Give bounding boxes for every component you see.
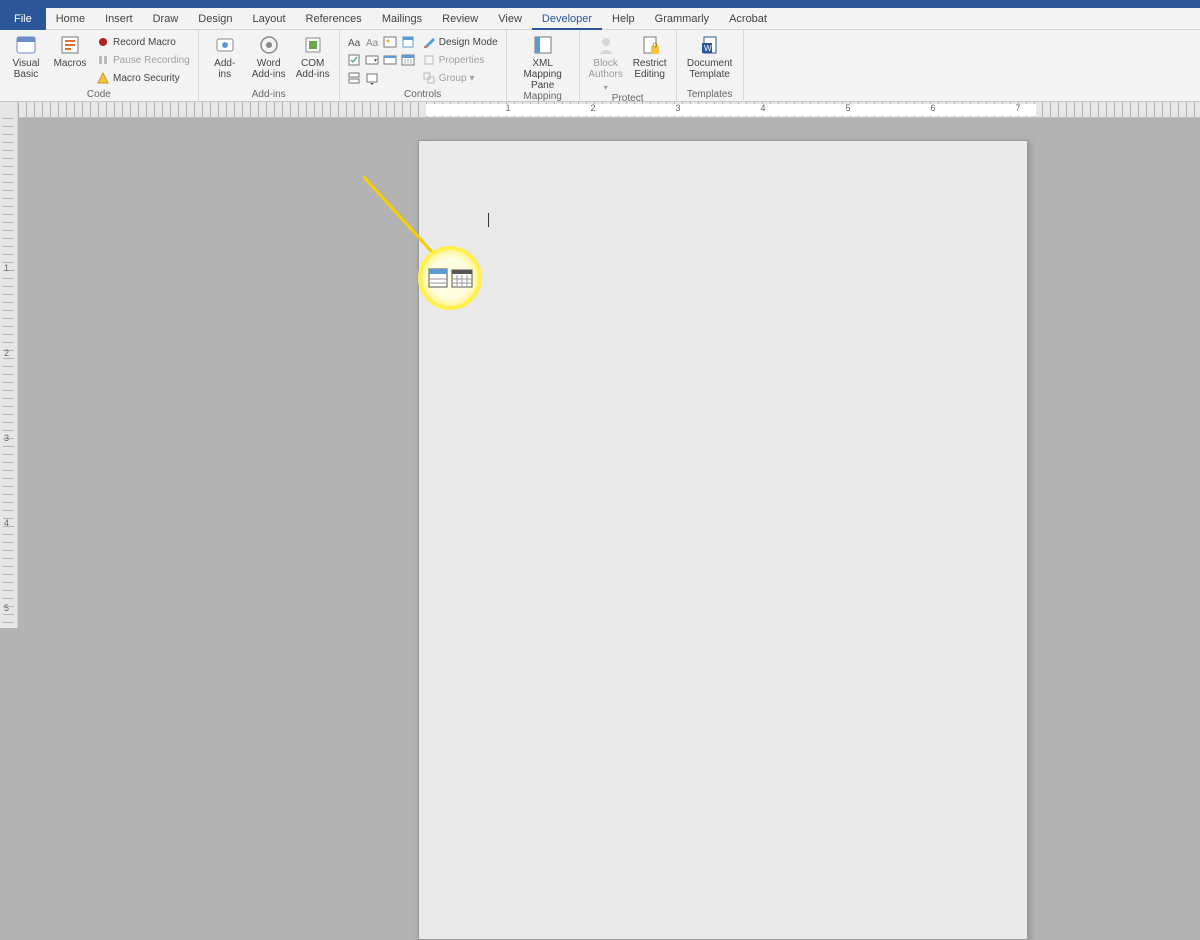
macros-icon [59, 34, 81, 56]
pause-recording-button: Pause Recording [94, 52, 192, 68]
repeating-section-control-icon[interactable] [346, 70, 362, 86]
group-mapping: XML Mapping Pane Mapping [507, 30, 580, 102]
ruler-mark: 6 [930, 103, 935, 113]
macro-security-button[interactable]: Macro Security [94, 70, 192, 86]
document-canvas[interactable] [18, 118, 1200, 628]
ruler-mark: 2 [590, 103, 595, 113]
empty-control-icon [382, 70, 398, 86]
record-macro-button[interactable]: Record Macro [94, 34, 192, 50]
properties-button: Properties [420, 52, 500, 68]
word-addins-button[interactable]: Word Add-ins [249, 32, 289, 80]
combobox-control-icon[interactable] [364, 52, 380, 68]
tab-draw[interactable]: Draw [143, 8, 189, 30]
vruler-mark: 2 [4, 348, 9, 358]
ruler-corner [0, 102, 18, 118]
document-template-icon: W [699, 34, 721, 56]
pause-icon [96, 53, 110, 67]
group-addins: Add- ins Word Add-ins COM Add-ins Add-in… [199, 30, 340, 102]
building-block-control-icon[interactable] [400, 34, 416, 50]
warning-icon [96, 71, 110, 85]
tab-developer[interactable]: Developer [532, 8, 602, 30]
ruler-track: 1 2 3 4 5 6 7 [18, 102, 1200, 117]
legacy-tools-icon[interactable] [364, 70, 380, 86]
xml-mapping-icon [532, 34, 554, 56]
visual-basic-icon [15, 34, 37, 56]
tab-help[interactable]: Help [602, 8, 645, 30]
ruler-mark: 1 [505, 103, 510, 113]
tab-layout[interactable]: Layout [243, 8, 296, 30]
ruler-mark: 5 [845, 103, 850, 113]
vruler-mark: 3 [4, 433, 9, 443]
document-template-button[interactable]: W Document Template [683, 32, 737, 80]
com-addins-icon [302, 34, 324, 56]
dropdown-control-icon-zoom [428, 267, 448, 289]
ruler-mark: 7 [1015, 103, 1020, 113]
group-label-addins: Add-ins [205, 89, 333, 102]
empty-control-icon-2 [400, 70, 416, 86]
group-code: Visual Basic Macros Record Macro Pause R… [0, 30, 199, 102]
design-mode-icon [422, 35, 436, 49]
design-mode-button[interactable]: Design Mode [420, 34, 500, 50]
tab-view[interactable]: View [488, 8, 532, 30]
chevron-down-icon: ▾ [604, 82, 608, 93]
date-picker-control-icon[interactable] [400, 52, 416, 68]
vruler-mark: 4 [4, 518, 9, 528]
restrict-editing-button[interactable]: Restrict Editing [630, 32, 670, 80]
picture-control-icon[interactable] [382, 34, 398, 50]
tab-home[interactable]: Home [46, 8, 95, 30]
macros-button[interactable]: Macros [50, 32, 90, 69]
tab-references[interactable]: References [296, 8, 372, 30]
tab-grammarly[interactable]: Grammarly [645, 8, 719, 30]
block-authors-icon [595, 34, 617, 56]
block-authors-button: Block Authors ▾ [586, 32, 626, 93]
group-icon [422, 71, 436, 85]
ruler-mark: 4 [760, 103, 765, 113]
record-icon [96, 35, 110, 49]
plain-text-control-icon[interactable]: Aa [364, 34, 380, 50]
svg-text:Aa: Aa [348, 38, 361, 49]
tab-design[interactable]: Design [188, 8, 242, 30]
ribbon: Visual Basic Macros Record Macro Pause R… [0, 30, 1200, 102]
restrict-editing-icon [639, 34, 661, 56]
properties-icon [422, 53, 436, 67]
vruler-mark: 1 [4, 263, 9, 273]
workspace: 1 2 3 4 5 [0, 118, 1200, 628]
group-controls: Aa Aa Design Mode P [340, 30, 507, 102]
date-picker-control-icon-zoom [451, 267, 473, 289]
tab-insert[interactable]: Insert [95, 8, 143, 30]
group-label-controls: Controls [346, 89, 500, 102]
xml-mapping-pane-button[interactable]: XML Mapping Pane [513, 32, 573, 91]
group-label-templates: Templates [683, 89, 737, 102]
page[interactable] [418, 140, 1028, 940]
horizontal-ruler[interactable]: 1 2 3 4 5 6 7 [0, 102, 1200, 118]
tab-review[interactable]: Review [432, 8, 488, 30]
svg-text:W: W [704, 44, 712, 53]
addins-button[interactable]: Add- ins [205, 32, 245, 80]
ruler-mark: 3 [675, 103, 680, 113]
callout-highlight [418, 246, 482, 310]
tab-file[interactable]: File [0, 8, 46, 30]
svg-text:Aa: Aa [366, 38, 379, 49]
tab-mailings[interactable]: Mailings [372, 8, 432, 30]
chevron-down-icon: ▾ [470, 73, 475, 84]
word-addins-icon [258, 34, 280, 56]
text-cursor [488, 213, 489, 227]
rich-text-control-icon[interactable]: Aa [346, 34, 362, 50]
ribbon-tabs: File Home Insert Draw Design Layout Refe… [0, 8, 1200, 30]
dropdown-control-icon[interactable] [382, 52, 398, 68]
tab-acrobat[interactable]: Acrobat [719, 8, 777, 30]
group-button: Group ▾ [420, 70, 500, 86]
group-protect: Block Authors ▾ Restrict Editing Protect [580, 30, 677, 102]
vertical-ruler[interactable]: 1 2 3 4 5 [0, 118, 18, 628]
visual-basic-button[interactable]: Visual Basic [6, 32, 46, 80]
group-label-code: Code [6, 89, 192, 102]
group-templates: W Document Template Templates [677, 30, 744, 102]
com-addins-button[interactable]: COM Add-ins [293, 32, 333, 80]
checkbox-control-icon[interactable] [346, 52, 362, 68]
vruler-mark: 5 [4, 603, 9, 613]
addins-icon [214, 34, 236, 56]
